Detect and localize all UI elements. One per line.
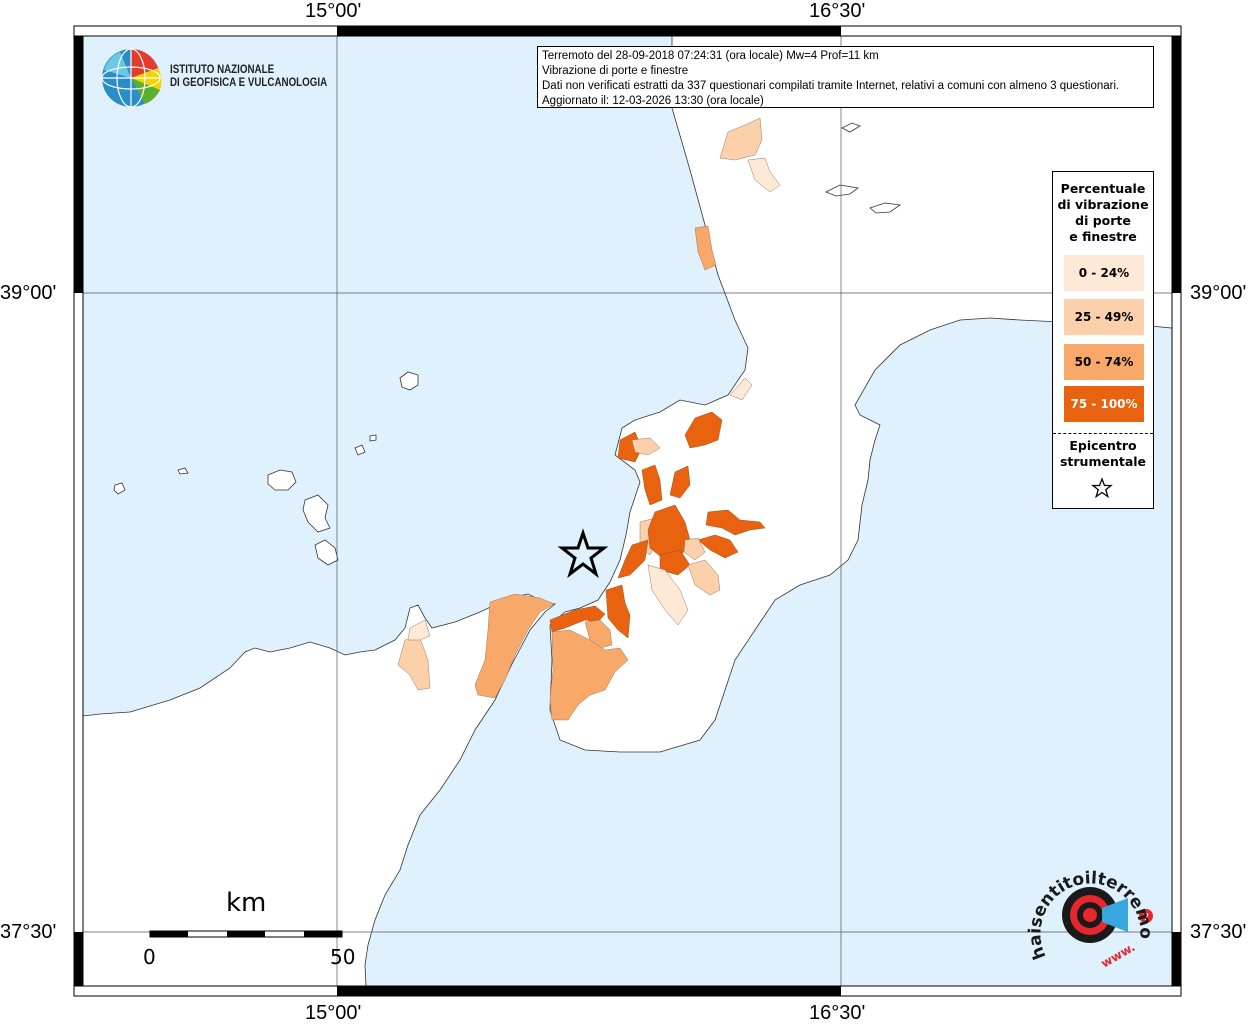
- coord-bottom-right: 16°30': [809, 1002, 866, 1024]
- legend-item-0-24: 0 - 24%: [1064, 255, 1144, 291]
- legend-separator: [1053, 433, 1153, 434]
- coord-top-right: 16°30': [809, 0, 866, 22]
- legend-title: Percentuale di vibrazione di porte e fin…: [1057, 181, 1149, 244]
- earthquake-info-box: Terremoto del 28-09-2018 07:24:31 (ora l…: [537, 46, 1154, 108]
- scale-max-label: 50: [330, 945, 356, 969]
- legend-item-25-49: 25 - 49%: [1064, 299, 1144, 335]
- info-line-data-source: Dati non verificati estratti da 337 ques…: [542, 80, 1120, 92]
- coord-top-left: 15°00': [305, 0, 362, 22]
- coord-left-upper: 39°00': [0, 282, 57, 304]
- legend-item-50-74: 50 - 74%: [1064, 344, 1144, 380]
- legend: Percentuale di vibrazione di porte e fin…: [1052, 171, 1154, 509]
- info-line-event: Terremoto del 28-09-2018 07:24:31 (ora l…: [542, 50, 879, 62]
- legend-star-icon: [1091, 477, 1113, 499]
- ingv-logo-text: ISTITUTO NAZIONALE DI GEOFISICA E VULCAN…: [170, 64, 328, 89]
- scale-min-label: 0: [143, 945, 156, 969]
- coord-right-upper: 39°00': [1190, 282, 1247, 304]
- coord-left-lower: 37°30': [0, 921, 57, 943]
- info-line-topic: Vibrazione di porte e finestre: [542, 65, 689, 77]
- aeolian-island: [369, 434, 377, 442]
- legend-item-75-100: 75 - 100%: [1064, 386, 1144, 422]
- coord-right-lower: 37°30': [1190, 921, 1247, 943]
- scale-bar: [149, 930, 343, 938]
- scale-unit-label: km: [226, 888, 267, 918]
- coord-bottom-left: 15°00': [305, 1002, 362, 1024]
- legend-epicenter-label: Epicentro strumentale: [1059, 438, 1147, 469]
- info-line-updated: Aggiornato il: 12-03-2026 13:30 (ora loc…: [542, 95, 764, 107]
- intensity-map: ? haisentitoilterremoto.it www.: [0, 0, 1182, 997]
